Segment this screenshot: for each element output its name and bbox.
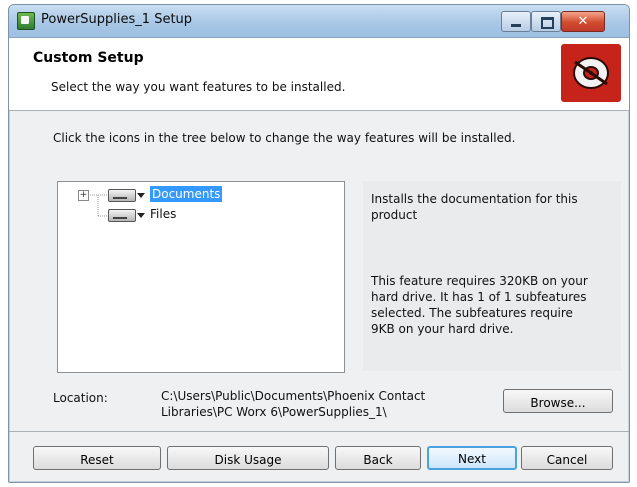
- installer-icon: [17, 12, 35, 30]
- location-path: C:\Users\Public\Documents\Phoenix Contac…: [161, 389, 426, 419]
- maximize-icon: [541, 17, 554, 29]
- close-button[interactable]: ✕: [561, 11, 605, 32]
- header-banner: Custom Setup Select the way you want fea…: [9, 38, 629, 111]
- close-icon: ✕: [577, 14, 589, 29]
- setup-window: PowerSupplies_1 Setup ✕ Custom Setup Sel…: [8, 4, 630, 483]
- tree-item-documents[interactable]: Documents: [150, 186, 223, 202]
- back-button[interactable]: Back: [335, 446, 421, 470]
- title-bar[interactable]: PowerSupplies_1 Setup ✕: [9, 5, 629, 38]
- expand-toggle-icon[interactable]: +: [78, 190, 89, 201]
- cancel-button[interactable]: Cancel: [521, 446, 613, 470]
- dropdown-arrow-icon: [137, 193, 145, 198]
- feature-summary: Installs the documentation for this prod…: [371, 192, 578, 222]
- minimize-icon: [511, 24, 521, 27]
- location-label: Location:: [53, 391, 108, 405]
- minimize-button[interactable]: [501, 11, 531, 32]
- footer-separator: [9, 431, 629, 432]
- next-button[interactable]: Next: [427, 446, 517, 470]
- maximize-button[interactable]: [531, 11, 561, 32]
- drive-dropdown-icon[interactable]: [108, 207, 146, 223]
- reset-button[interactable]: Reset: [33, 446, 161, 470]
- page-subtitle: Select the way you want features to be i…: [51, 80, 346, 94]
- window-title: PowerSupplies_1 Setup: [41, 12, 193, 27]
- drive-slot: [113, 197, 127, 199]
- tree-item-files[interactable]: Files: [150, 207, 176, 221]
- drive-body: [108, 209, 136, 222]
- disk-usage-button[interactable]: Disk Usage: [167, 446, 329, 470]
- disc-logo-graphic: [573, 57, 609, 89]
- feature-description-panel: Installs the documentation for this prod…: [363, 181, 621, 371]
- drive-slot: [113, 217, 127, 219]
- browse-button[interactable]: Browse...: [503, 389, 613, 413]
- feature-tree[interactable]: + Documents Files: [57, 181, 345, 373]
- instruction-text: Click the icons in the tree below to cha…: [53, 131, 516, 145]
- dropdown-arrow-icon: [137, 213, 145, 218]
- disc-logo-icon: [561, 44, 621, 102]
- page-title: Custom Setup: [33, 50, 144, 66]
- drive-body: [108, 189, 136, 202]
- feature-requirements: This feature requires 320KB on your hard…: [371, 274, 588, 336]
- drive-dropdown-icon[interactable]: [108, 187, 146, 203]
